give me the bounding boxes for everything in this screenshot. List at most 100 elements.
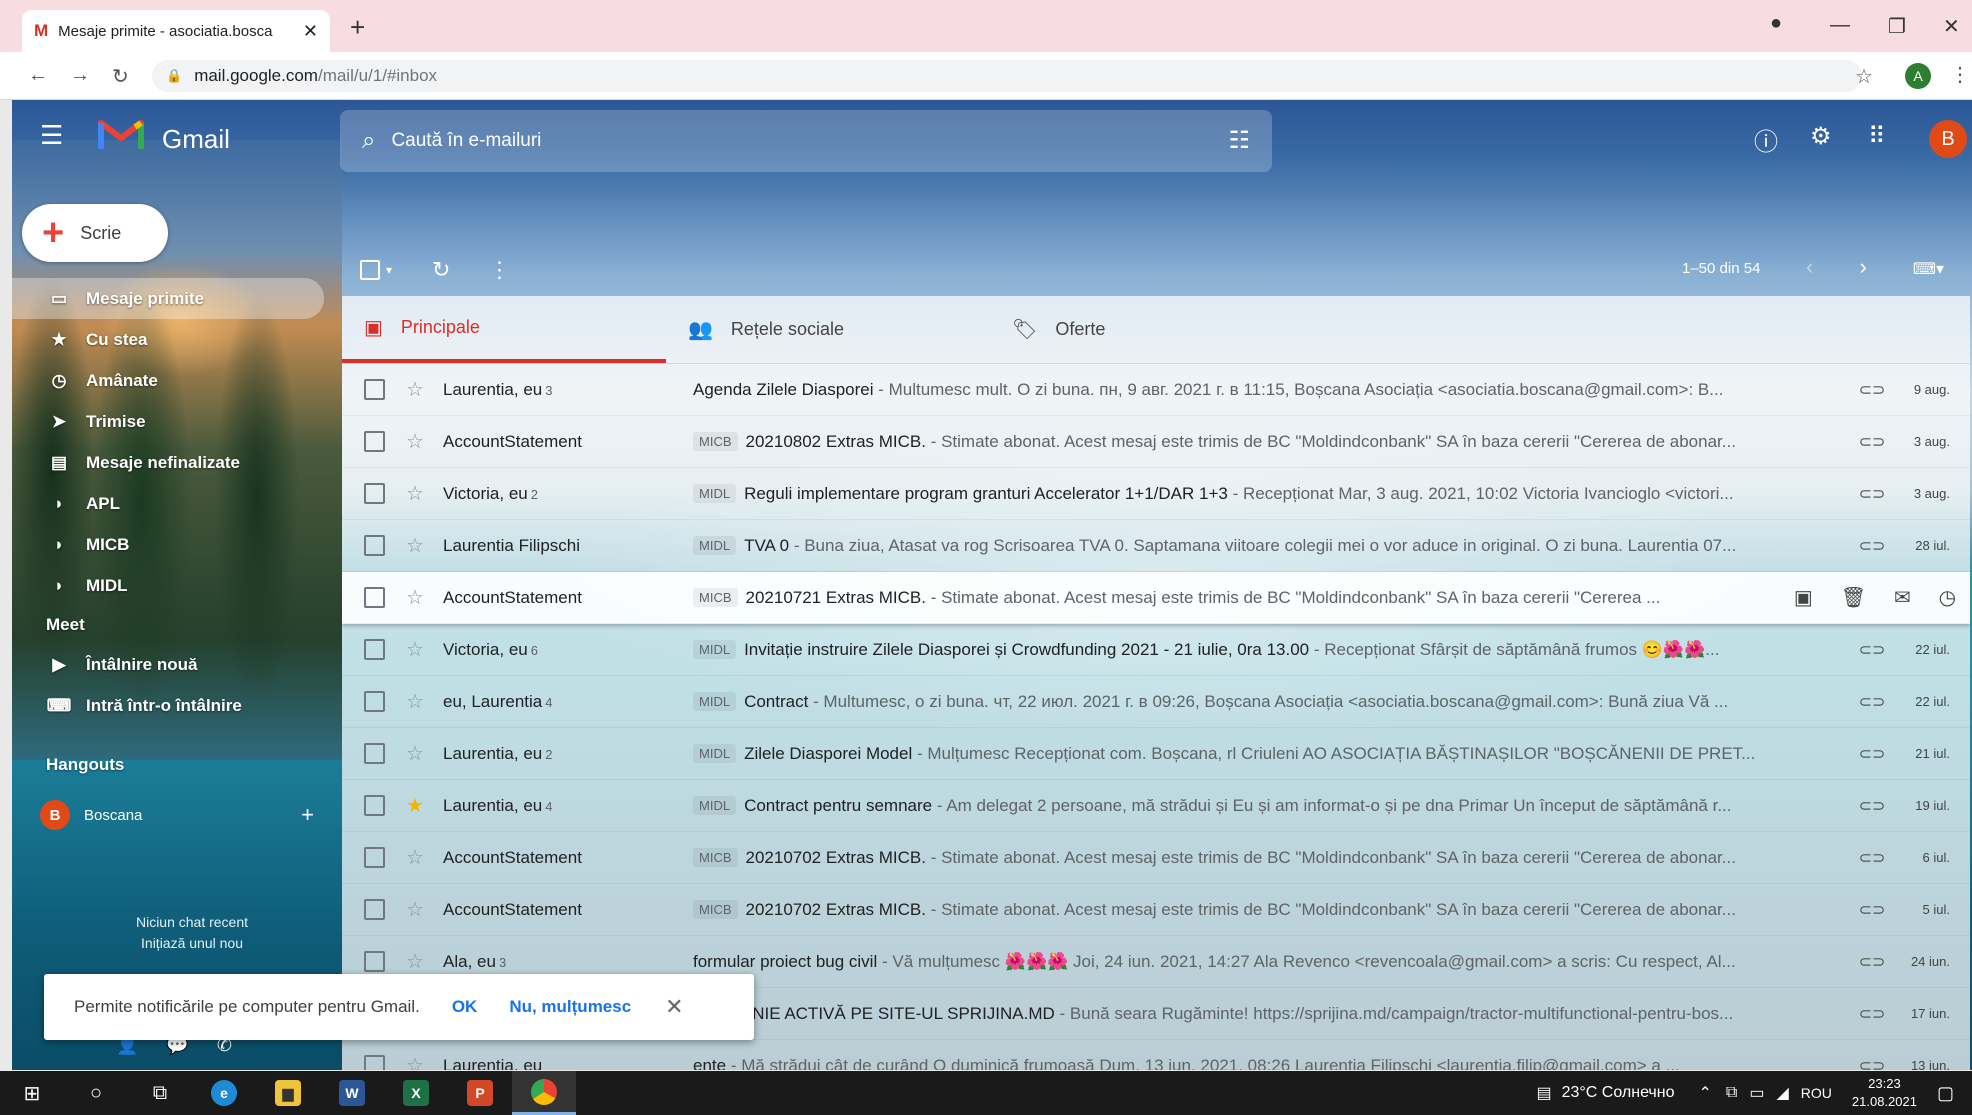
star-icon[interactable]: ☆ [395, 845, 435, 870]
chevron-down-icon[interactable]: ▾ [386, 263, 392, 277]
input-tools-icon[interactable]: ⌨▾ [1913, 261, 1944, 278]
email-row[interactable]: ☆ Laurentia, eu 3 Agenda Zilele Diasporei -… [342, 364, 1970, 416]
row-checkbox[interactable] [364, 795, 385, 816]
snooze-icon[interactable]: ◷ [1939, 585, 1956, 610]
notification-center-icon[interactable]: ▢ [1937, 1083, 1954, 1104]
battery-icon[interactable]: ▭ [1749, 1083, 1764, 1103]
row-checkbox[interactable] [364, 379, 385, 400]
star-icon[interactable]: ☆ [395, 533, 435, 558]
language-indicator[interactable]: ROU [1801, 1085, 1832, 1101]
chrome-menu-icon[interactable]: ⋮ [1950, 62, 1970, 87]
reload-icon[interactable]: ↻ [112, 64, 129, 89]
restore-button[interactable]: ❐ [1888, 14, 1906, 39]
star-icon[interactable]: ☆ [395, 1053, 435, 1070]
email-row[interactable]: ★ Laurentia, eu 4 MIDL Contract pentru semna… [342, 780, 1970, 832]
label-chip[interactable]: MICB [693, 432, 738, 451]
sidebar-item-apl[interactable]: ◗ APL [12, 483, 332, 524]
row-checkbox[interactable] [364, 483, 385, 504]
email-row[interactable]: ☆ AccountStatement MICB 20210721 Extras MIC… [342, 572, 1970, 624]
volume-icon[interactable]: ◢ [1776, 1083, 1788, 1103]
label-chip[interactable]: MIDL [693, 640, 737, 659]
email-row[interactable]: ☆ Laurentia Filipschi MIDL TVA 0 - Buna ziu… [342, 520, 1970, 572]
important-marker-icon[interactable]: ⊂⊃ [1844, 692, 1900, 712]
next-page-icon[interactable]: › [1859, 254, 1866, 279]
important-marker-icon[interactable]: ⊂⊃ [1844, 380, 1900, 400]
star-icon[interactable]: ☆ [395, 897, 435, 922]
hangouts-start-link[interactable]: Inițiază unul nou [52, 933, 332, 954]
label-chip[interactable]: MIDL [693, 744, 737, 763]
close-icon[interactable]: ✕ [665, 994, 683, 1020]
clock[interactable]: 23:23 21.08.2021 [1852, 1075, 1917, 1111]
important-marker-icon[interactable]: ⊂⊃ [1844, 952, 1900, 972]
email-row[interactable]: ☆ Laurentia, eu ente - Mă strădui cât de c… [342, 1040, 1970, 1070]
settings-gear-icon[interactable]: ⚙ [1810, 122, 1832, 151]
important-marker-icon[interactable]: ⊂⊃ [1844, 536, 1900, 556]
row-checkbox[interactable] [364, 951, 385, 972]
important-marker-icon[interactable]: ⊂⊃ [1844, 796, 1900, 816]
important-marker-icon[interactable]: ⊂⊃ [1844, 744, 1900, 764]
row-checkbox[interactable] [364, 431, 385, 452]
email-row[interactable]: ☆ Laurentia, eu 2 MIDL Zilele Diasporei Mode… [342, 728, 1970, 780]
minimize-button[interactable]: — [1830, 14, 1850, 37]
row-checkbox[interactable] [364, 639, 385, 660]
apps-grid-icon[interactable]: ⠿ [1868, 122, 1886, 151]
star-icon[interactable]: ☆ [395, 429, 435, 454]
bookmark-star-icon[interactable]: ☆ [1855, 64, 1873, 89]
row-checkbox[interactable] [364, 691, 385, 712]
row-checkbox[interactable] [364, 743, 385, 764]
important-marker-icon[interactable]: ⊂⊃ [1844, 1056, 1900, 1071]
forward-icon[interactable]: → [70, 64, 90, 87]
prev-page-icon[interactable]: ‹ [1806, 254, 1813, 279]
star-icon[interactable]: ☆ [395, 741, 435, 766]
email-row[interactable]: ☆ Victoria, eu 6 MIDL Invitație instruire Zi… [342, 624, 1970, 676]
select-all-checkbox[interactable] [360, 260, 380, 280]
powerpoint-icon[interactable]: P [448, 1071, 512, 1115]
refresh-icon[interactable]: ↻ [432, 257, 450, 283]
star-icon[interactable]: ☆ [395, 377, 435, 402]
close-tab-icon[interactable]: ✕ [303, 21, 318, 42]
label-chip[interactable]: MICB [693, 900, 738, 919]
chrome-icon[interactable] [512, 1071, 576, 1115]
file-explorer-icon[interactable]: ▆ [256, 1071, 320, 1115]
word-icon[interactable]: W [320, 1071, 384, 1115]
search-input[interactable] [391, 130, 1172, 152]
label-chip[interactable]: MICB [693, 848, 738, 867]
important-marker-icon[interactable]: ⊂⊃ [1844, 640, 1900, 660]
network-icon[interactable]: ⧉ [1726, 1084, 1737, 1102]
sidebar-item-starred[interactable]: ★ Cu stea [12, 319, 332, 360]
row-checkbox[interactable] [364, 899, 385, 920]
notification-ok-button[interactable]: OK [452, 997, 478, 1017]
star-icon[interactable]: ☆ [395, 949, 435, 974]
address-bar[interactable]: 🔒 mail.google.com/mail/u/1/#inbox [152, 60, 1862, 92]
email-row[interactable]: ☆ AccountStatement MICB 20210702 Extras MIC… [342, 832, 1970, 884]
label-chip[interactable]: MIDL [693, 484, 737, 503]
row-checkbox[interactable] [364, 587, 385, 608]
browser-tab[interactable]: M Mesaje primite - asociatia.bosca ✕ [22, 10, 330, 52]
star-icon[interactable]: ☆ [395, 689, 435, 714]
archive-icon[interactable]: ▣ [1794, 585, 1813, 610]
email-row[interactable]: ☆ AccountStatement MICB 20210702 Extras MIC… [342, 884, 1970, 936]
label-chip[interactable]: MICB [693, 588, 738, 607]
important-marker-icon[interactable]: ⊂⊃ [1844, 900, 1900, 920]
star-icon[interactable]: ★ [395, 793, 435, 818]
delete-icon[interactable]: 🗑 [1841, 585, 1866, 610]
add-chat-icon[interactable]: + [301, 802, 314, 828]
excel-icon[interactable]: X [384, 1071, 448, 1115]
more-vert-icon[interactable]: ⋮ [488, 257, 510, 283]
notification-decline-button[interactable]: Nu, mulțumesc [509, 997, 631, 1017]
search-circle-icon[interactable]: ○ [64, 1071, 128, 1115]
tab-social[interactable]: 👥 Rețele sociale [666, 296, 990, 363]
label-chip[interactable]: MIDL [693, 536, 737, 555]
tab-primary[interactable]: ▣ Principale [342, 296, 666, 363]
chrome-profile-avatar[interactable]: A [1905, 63, 1931, 89]
star-icon[interactable]: ☆ [395, 481, 435, 506]
weather-text[interactable]: 23°C Солнечно [1562, 1084, 1675, 1102]
email-row[interactable]: ☆ AccountStatement MICB 20210802 Extras MIC… [342, 416, 1970, 468]
mark-read-icon[interactable]: ✉ [1894, 585, 1911, 610]
compose-button[interactable]: + Scrie [22, 204, 168, 262]
important-marker-icon[interactable]: ⊂⊃ [1844, 848, 1900, 868]
windows-start-icon[interactable]: ⊞ [0, 1071, 64, 1115]
tab-promotions[interactable]: 🏷 Oferte [990, 296, 1314, 363]
important-marker-icon[interactable]: ⊂⊃ [1844, 1004, 1900, 1024]
task-view-icon[interactable]: ⧉ [128, 1071, 192, 1115]
